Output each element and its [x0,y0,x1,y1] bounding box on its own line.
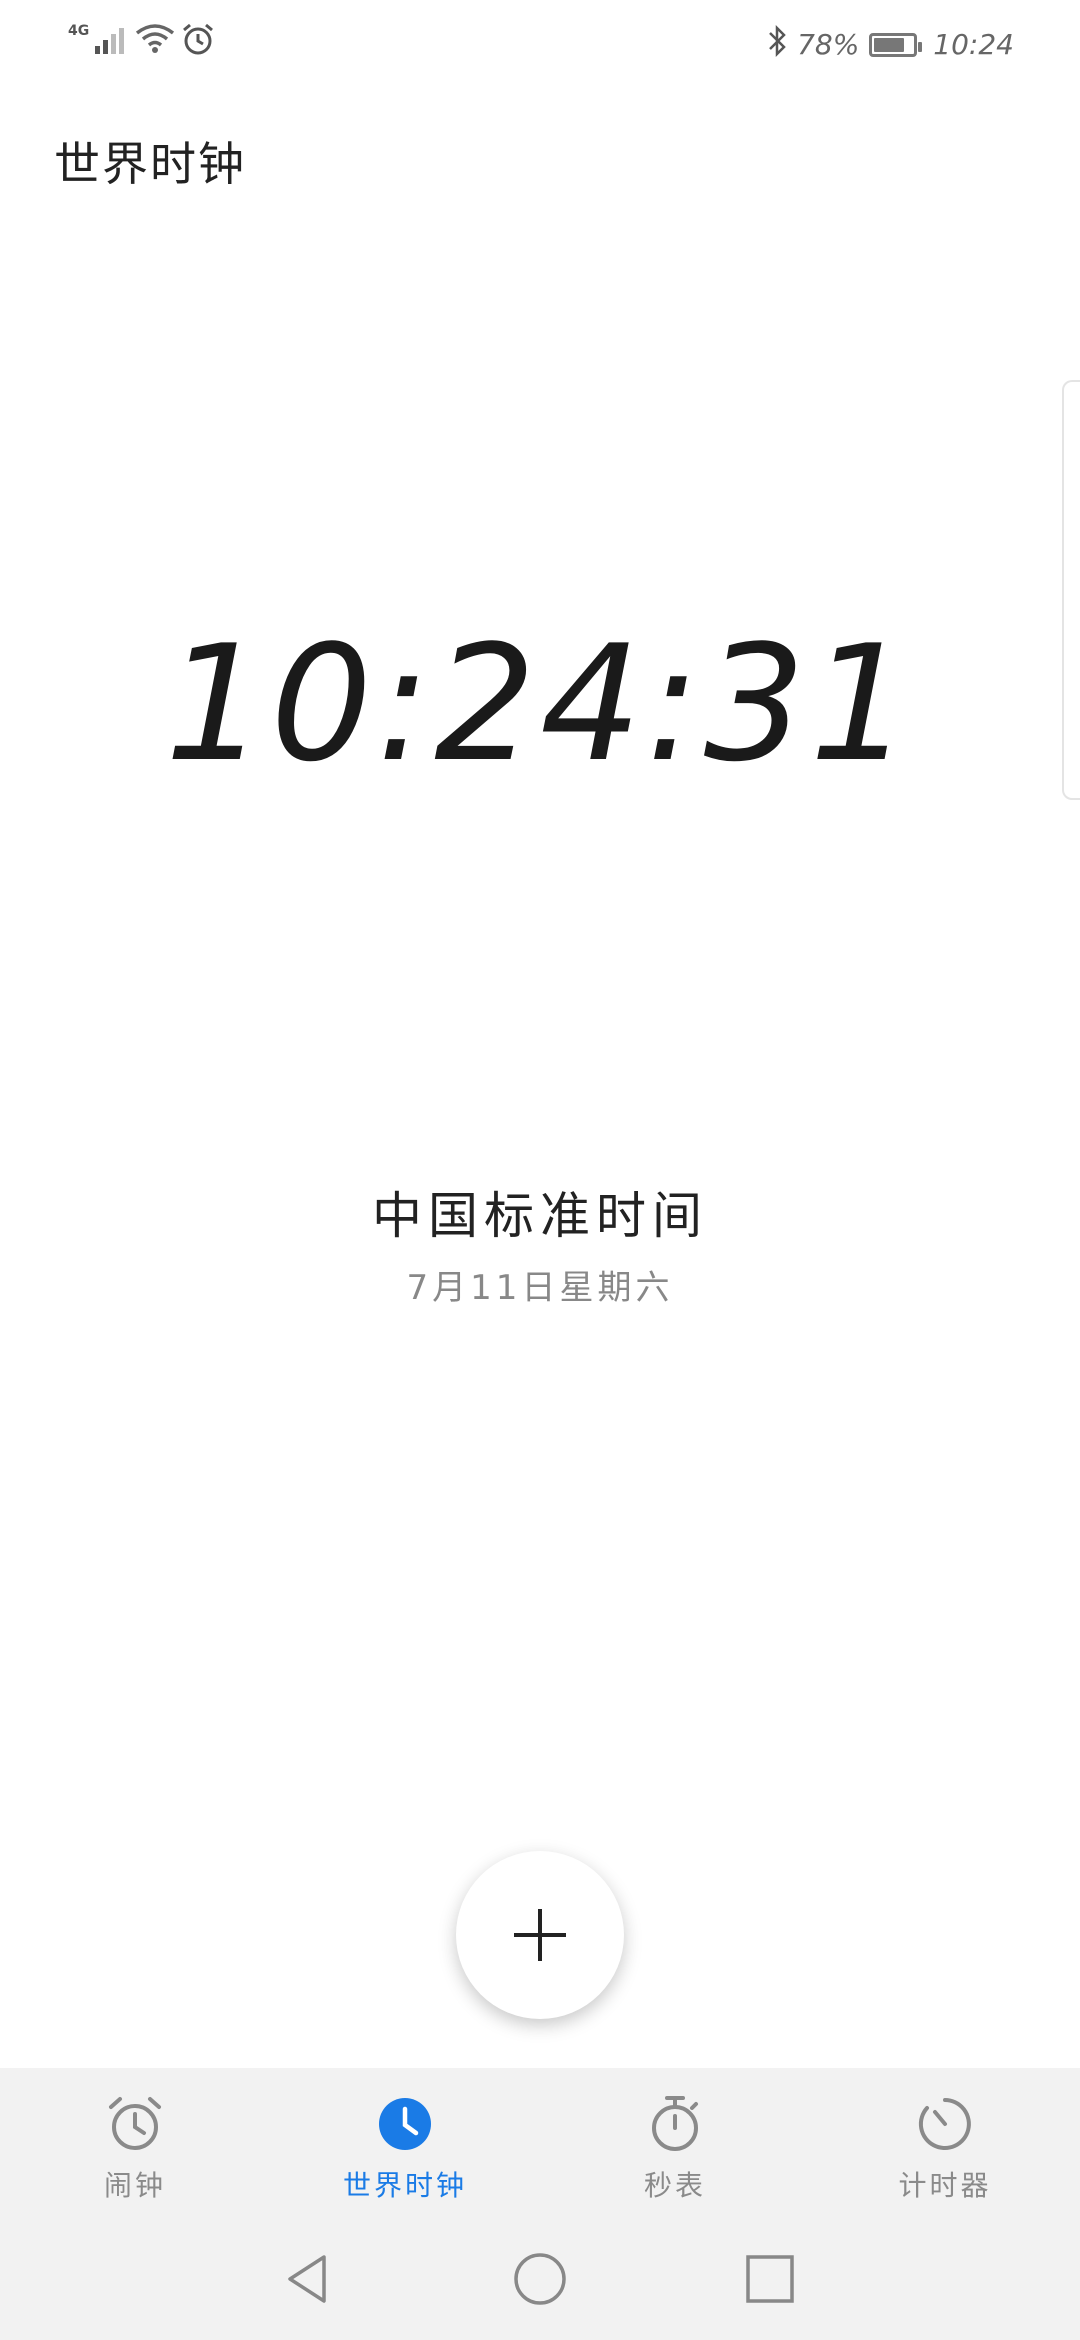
status-bar: 4G 78% 10:24 [0,0,1080,90]
timer-icon [918,2098,971,2150]
bottom-tab-bar: 闹钟 世界时钟 秒表 计时器 [0,2068,1080,2218]
tab-timer[interactable]: 计时器 [810,2068,1080,2218]
tab-alarm[interactable]: 闹钟 [0,2068,270,2218]
back-icon [288,2255,326,2303]
timezone-name: 中国标准时间 [372,1187,708,1245]
alarm-icon [181,22,215,60]
home-icon [514,2253,566,2305]
local-date: 7月11日星期六 [406,1268,674,1308]
recents-button[interactable] [735,2244,805,2314]
tab-timer-label: 计时器 [898,2169,992,2202]
recents-icon [746,2255,794,2303]
stopwatch-icon [652,2096,698,2151]
network-type: 4G [68,23,90,39]
tab-world-clock-label: 世界时钟 [342,2169,467,2202]
status-left: 4G [68,22,215,60]
tab-world-clock[interactable]: 世界时钟 [270,2068,540,2218]
local-time: 10:24:31 [164,610,916,797]
battery-percent: 78% [797,28,860,61]
home-button[interactable] [505,2244,575,2314]
wifi-icon [135,23,175,59]
world-clock-icon [379,2098,431,2150]
add-city-button[interactable] [456,1851,624,2019]
signal-icon [95,24,129,58]
tab-stopwatch-label: 秒表 [643,2169,706,2202]
status-right: 78% 10:24 [767,24,1014,65]
tab-stopwatch[interactable]: 秒表 [540,2068,810,2218]
plus-icon [514,1909,566,1961]
battery-icon [869,32,923,57]
status-time: 10:24 [933,28,1014,61]
bluetooth-icon [767,24,787,65]
tab-alarm-label: 闹钟 [103,2169,166,2202]
battery-fill [874,37,904,52]
alarm-clock-icon [109,2097,161,2150]
page-title: 世界时钟 [54,137,246,191]
back-button[interactable] [273,2244,343,2314]
system-nav-bar [0,2218,1080,2340]
